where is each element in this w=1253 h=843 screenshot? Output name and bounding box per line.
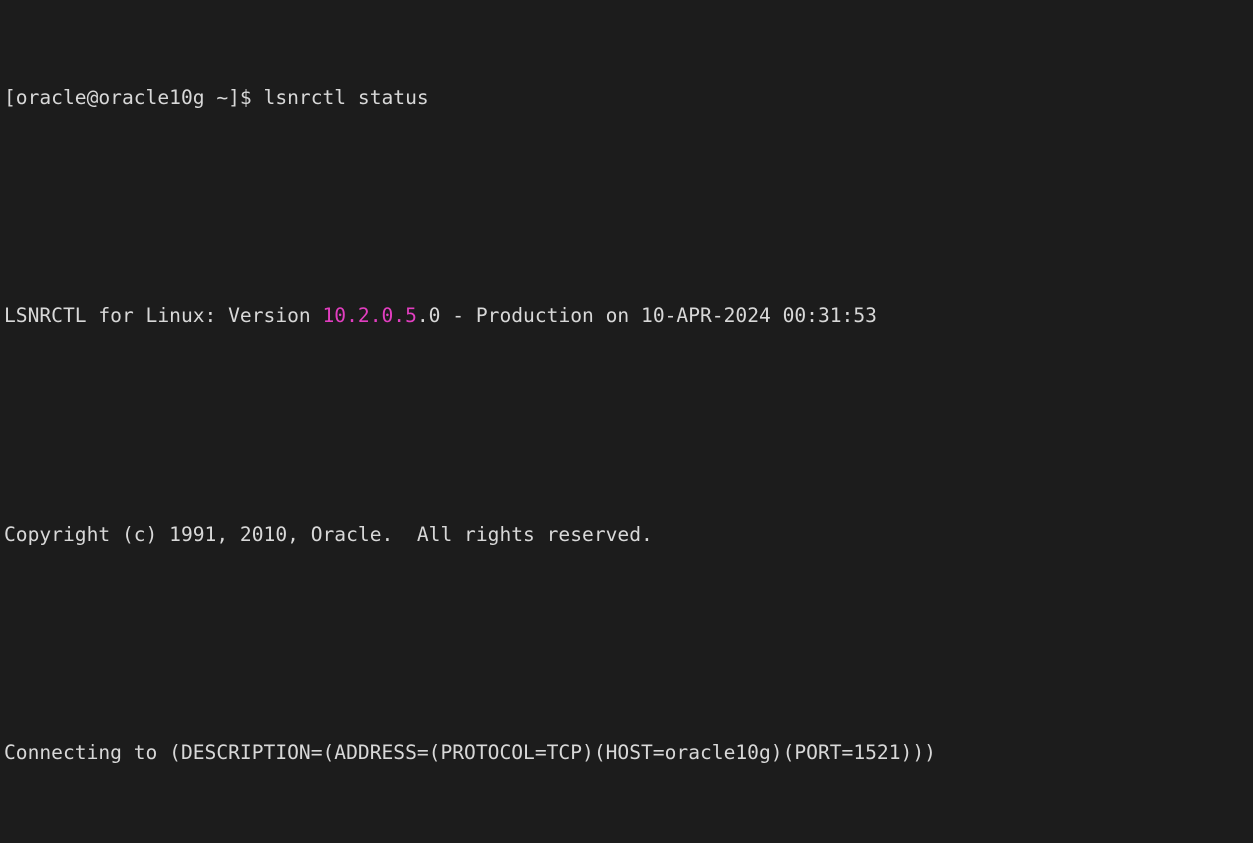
command-prompt-line: [oracle@oracle10g ~]$ lsnrctl status	[4, 84, 1253, 111]
copyright-text: Copyright (c) 1991, 2010, Oracle. All ri…	[4, 522, 653, 546]
connect-descriptor: Connecting to (DESCRIPTION=(ADDRESS=(PRO…	[4, 741, 936, 765]
copyright-line: Copyright (c) 1991, 2010, Oracle. All ri…	[4, 521, 1253, 548]
connecting-line: Connecting to (DESCRIPTION=(ADDRESS=(PRO…	[4, 739, 1253, 766]
shell-prompt: [oracle@oracle10g ~]$	[4, 85, 264, 109]
lsnrctl-banner-line: LSNRCTL for Linux: Version 10.2.0.5.0 - …	[4, 302, 1253, 329]
banner-prefix: LSNRCTL for Linux: Version	[4, 304, 323, 328]
terminal-screen[interactable]: [oracle@oracle10g ~]$ lsnrctl status LSN…	[0, 0, 1253, 843]
banner-suffix: .0 - Production on 10-APR-2024 00:31:53	[416, 304, 877, 328]
version-number: 10.2.0.5	[322, 304, 417, 328]
typed-command: lsnrctl status	[263, 85, 429, 109]
